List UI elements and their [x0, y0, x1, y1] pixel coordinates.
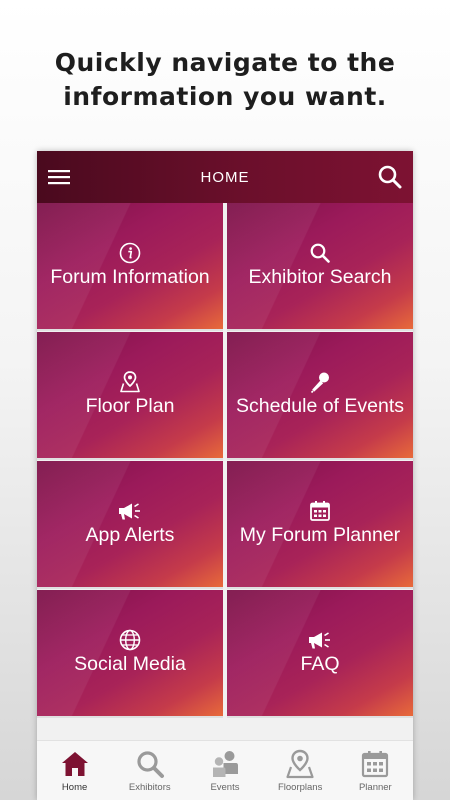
tile-schedule-of-events[interactable]: Schedule of Events [227, 332, 413, 460]
page-title: HOME [200, 168, 250, 186]
tile-floor-plan[interactable]: Floor Plan [37, 332, 223, 460]
promo-headline-line-2: information you want. [63, 82, 387, 111]
tab-label: Events [210, 782, 240, 793]
phone-screen: HOME Forum Information Exhibitor Search … [37, 151, 413, 800]
tab-label: Floorplans [277, 782, 323, 793]
tab-label: Exhibitors [128, 782, 171, 793]
microphone-icon [310, 372, 329, 394]
map-pin-icon [286, 749, 314, 779]
search-icon [310, 243, 330, 263]
menu-button[interactable] [47, 165, 71, 189]
megaphone-icon [309, 632, 330, 649]
tile-forum-information[interactable]: Forum Information [37, 203, 223, 331]
app-bar: HOME [37, 151, 413, 203]
calendar-icon [310, 501, 330, 521]
bottom-tab-bar: Home Exhibitors Events Floorplans Planne… [37, 740, 413, 800]
globe-icon [119, 629, 141, 651]
tab-exhibitors[interactable]: Exhibitors [112, 741, 187, 800]
tile-label: App Alerts [85, 524, 175, 546]
search-icon [378, 165, 402, 189]
tab-floorplans[interactable]: Floorplans [263, 741, 338, 800]
info-icon [119, 242, 141, 264]
promo-headline: Quickly navigate to the information you … [0, 46, 450, 114]
calendar-icon [362, 751, 389, 778]
search-button[interactable] [377, 164, 403, 190]
tab-events[interactable]: Events [187, 741, 262, 800]
tile-faq[interactable]: FAQ [227, 590, 413, 718]
tile-label: FAQ [300, 653, 340, 675]
promo-headline-line-1: Quickly navigate to the [54, 48, 396, 77]
tile-label: Social Media [74, 653, 186, 675]
tab-planner[interactable]: Planner [338, 741, 413, 800]
tile-label: Forum Information [50, 266, 210, 288]
tile-label: Exhibitor Search [248, 266, 392, 288]
map-pin-icon [120, 371, 140, 393]
home-icon [61, 752, 88, 776]
tile-label: Floor Plan [85, 395, 175, 417]
tile-exhibitor-search[interactable]: Exhibitor Search [227, 203, 413, 331]
tile-label: My Forum Planner [239, 524, 401, 546]
home-tile-grid: Forum Information Exhibitor Search Floor… [37, 203, 413, 718]
people-icon [212, 751, 238, 777]
tile-app-alerts[interactable]: App Alerts [37, 461, 223, 589]
hamburger-menu-icon [48, 170, 70, 185]
tab-label: Planner [358, 782, 392, 793]
tile-label: Schedule of Events [235, 395, 405, 417]
tile-social-media[interactable]: Social Media [37, 590, 223, 718]
tab-label: Home [61, 782, 88, 793]
tile-my-forum-planner[interactable]: My Forum Planner [227, 461, 413, 589]
search-icon [137, 751, 164, 778]
megaphone-icon [119, 503, 140, 520]
tab-home[interactable]: Home [37, 741, 112, 800]
